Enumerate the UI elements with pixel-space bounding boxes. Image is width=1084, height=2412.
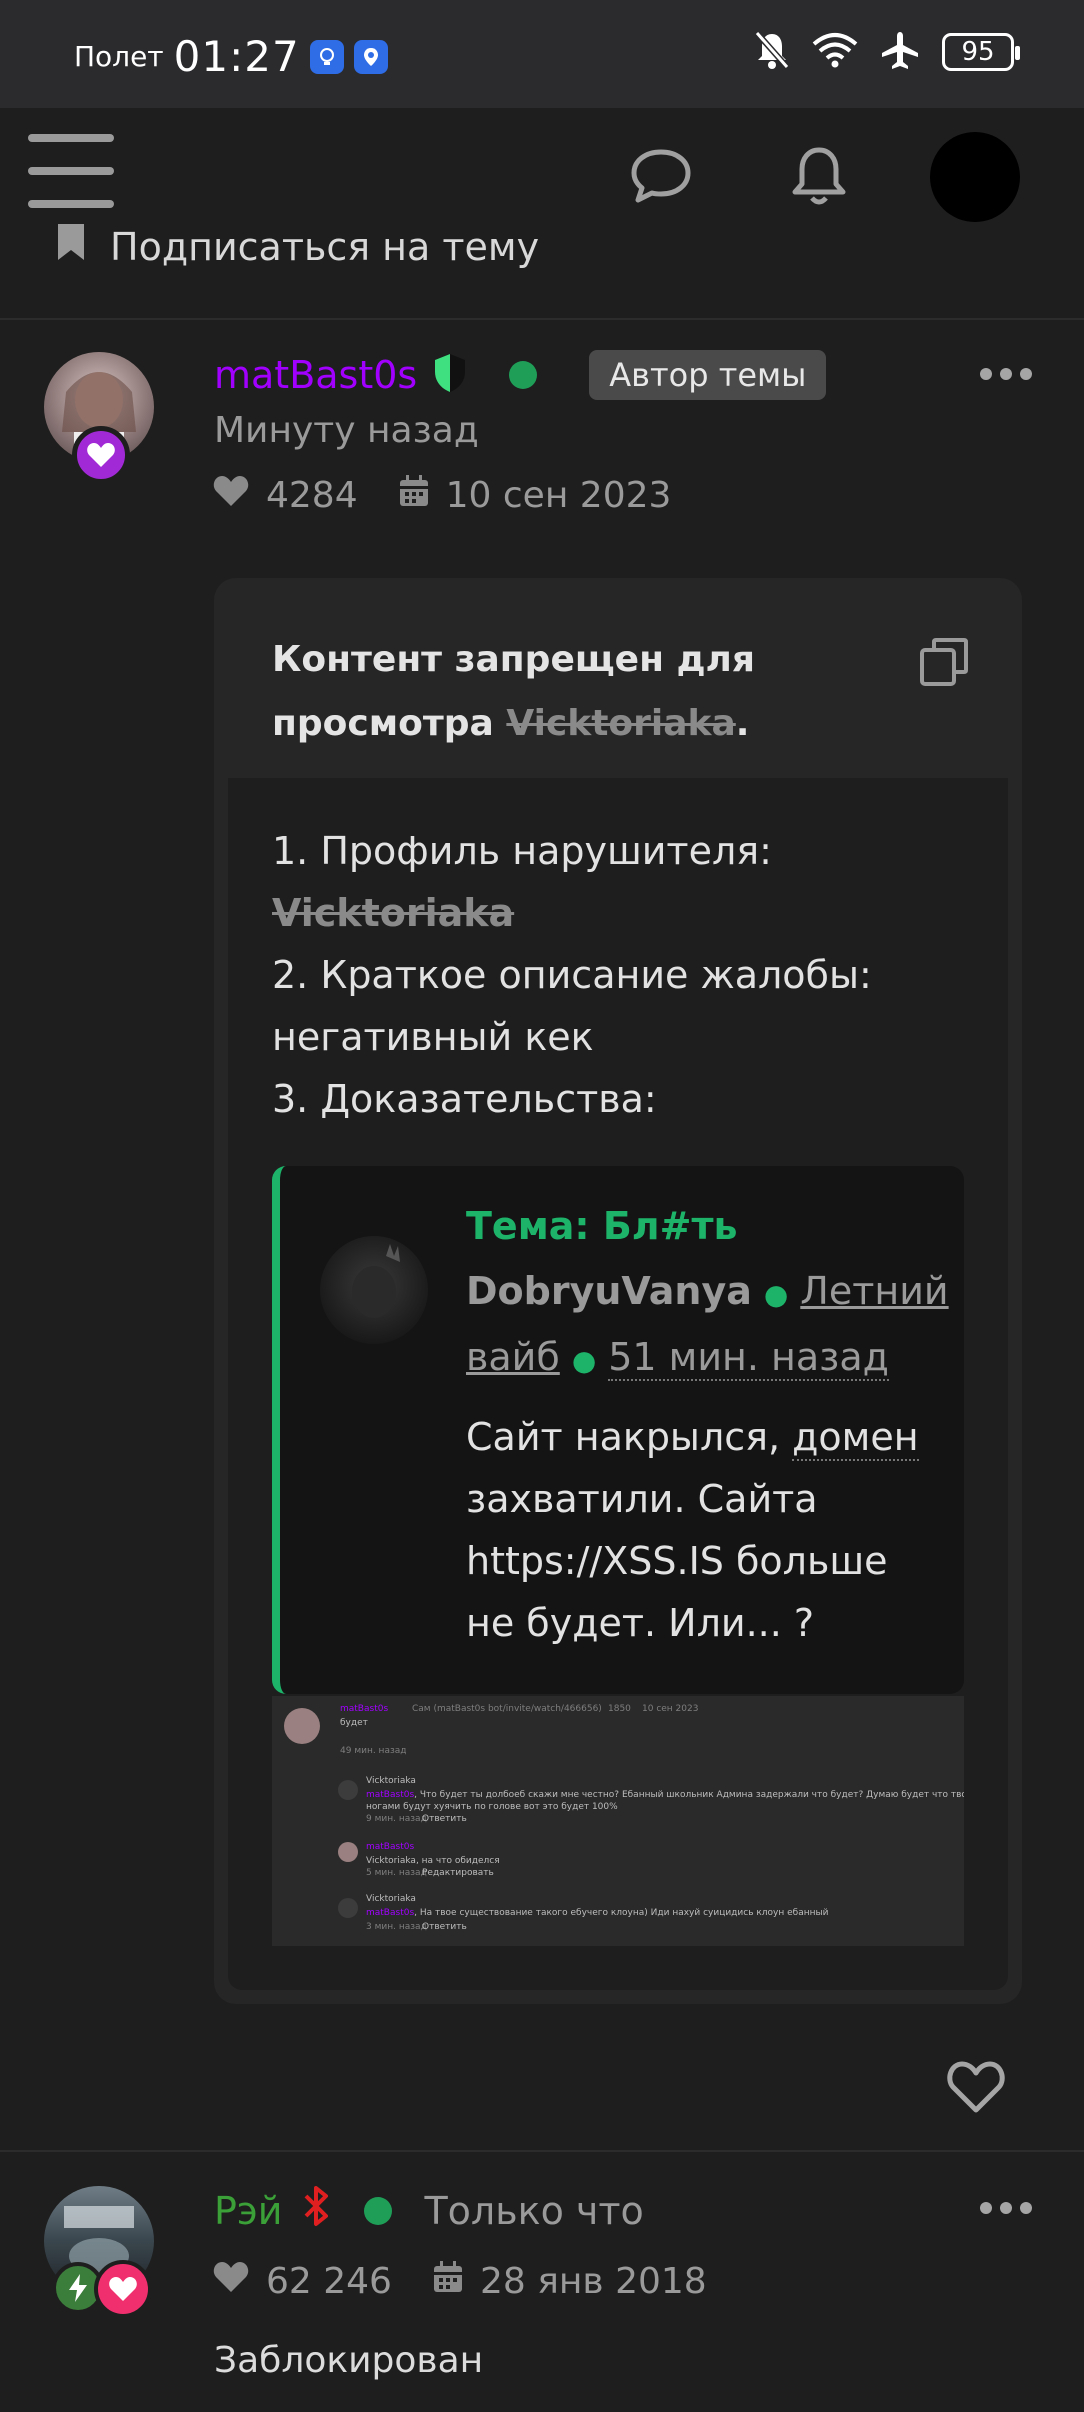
quote-section-link[interactable]: Летний [800, 1269, 948, 1313]
card-title: Контент запрещен для просмотра Vicktoria… [272, 628, 872, 756]
calendar-icon [432, 2260, 464, 2303]
screenshot-text: ногами будут хуячить по голове вот это б… [366, 1802, 618, 1812]
screenshot-text: будет [340, 1718, 368, 1728]
bookmark-icon [56, 222, 86, 271]
post-time: Минуту назад [214, 410, 479, 451]
screenshot-text: matBast0s [366, 1842, 415, 1852]
screenshot-avatar [338, 1898, 358, 1918]
screenshot-avatar [338, 1842, 358, 1862]
screenshot-text: matBast0s [366, 1790, 415, 1800]
post2-more-button[interactable] [980, 2202, 1032, 2214]
shield-icon [433, 352, 467, 398]
registration-date: 10 сен 2023 [445, 475, 672, 516]
divider [0, 318, 1084, 320]
heart-badge-icon [72, 426, 130, 484]
bluetooth-icon [300, 2184, 334, 2237]
quote-topic[interactable]: Тема: Бл#ть [466, 1200, 946, 1252]
post2-time: Только что [424, 2188, 644, 2233]
user-status: Заблокирован [214, 2340, 484, 2381]
complaint-list: 1. Профиль нарушителя: Vicktoriaka 2. Кр… [272, 820, 972, 1130]
bell-icon[interactable] [788, 144, 850, 214]
screenshot-text: Ответить [422, 1814, 467, 1824]
airplane-icon [880, 30, 920, 74]
bell-off-icon [754, 30, 790, 74]
quote-text-part: захватили. Сайта https://XSS.IS больше н… [466, 1477, 888, 1645]
quote-avatar[interactable] [320, 1236, 428, 1344]
quote-section-link-cont[interactable]: вайб [466, 1335, 560, 1379]
screenshot-text: 9 мин. назад [366, 1814, 427, 1824]
battery-indicator: 95 [942, 33, 1020, 71]
screenshot-text: matBast0s [366, 1908, 415, 1918]
quote-time: 51 мин. назад [608, 1335, 889, 1381]
top-navigation [0, 108, 1084, 238]
divider [0, 2150, 1084, 2152]
card-title-suffix: . [735, 703, 750, 744]
likes-count: 62 246 [266, 2261, 392, 2302]
wifi-icon [812, 32, 858, 72]
post-content-card: Контент запрещен для просмотра Vicktoria… [214, 578, 1022, 2004]
quote-text-part: домен [792, 1415, 919, 1461]
screenshot-text: Vicktoriaka [366, 1776, 416, 1786]
screenshot-text: 10 сен 2023 [642, 1704, 699, 1714]
offender-link[interactable]: Vicktoriaka [272, 882, 972, 944]
lightbulb-icon [309, 39, 344, 74]
calendar-icon [398, 474, 430, 517]
quote-block[interactable]: Тема: Бл#ть DobryuVanya ● Летний вайб ● 51 м… [272, 1166, 964, 1694]
screenshot-text: Vicktoriaka [366, 1894, 416, 1904]
post2-author-line: Рэй Только что [214, 2184, 644, 2237]
screenshot-text: 49 мин. назад [340, 1746, 407, 1756]
post-author-line: matBast0s Автор темы [214, 350, 827, 400]
screenshot-text: Vicktoriaka, на что обиделся [366, 1856, 500, 1866]
quote-meta: DobryuVanya ● Летний вайб ● 51 мин. назад [466, 1269, 949, 1381]
quote-text: Сайт накрылся, домен захватили. Сайта ht… [466, 1406, 946, 1654]
screenshot-text: matBast0s [340, 1704, 389, 1714]
quote-text-part: Сайт накрылся, [466, 1415, 781, 1459]
online-indicator [509, 361, 538, 389]
screenshot-text: , Что будет ты долбоеб скажи мне честно?… [414, 1790, 964, 1800]
list-item: негативный кек [272, 1015, 594, 1059]
post2-author-name[interactable]: Рэй [214, 2189, 282, 2233]
screenshot-text: Сам (matBast0s bot/invite/watch/466656) [412, 1704, 602, 1714]
registration-date: 28 янв 2018 [479, 2261, 707, 2302]
screenshot-text: 5 мин. назад [366, 1868, 427, 1878]
heart-icon [212, 2260, 250, 2303]
chat-bubble-icon[interactable] [630, 148, 692, 210]
status-bar: Полет 01:27 95 [0, 0, 1084, 108]
online-indicator [364, 2196, 393, 2225]
quote-author[interactable]: DobryuVanya [466, 1269, 752, 1313]
screenshot-text: Ответить [422, 1922, 467, 1932]
clock: 01:27 [173, 32, 300, 81]
screenshot-text: 1850 [608, 1704, 631, 1714]
screenshot-avatar [338, 1780, 358, 1800]
carrier-label: Полет [74, 40, 164, 73]
list-item: 3. Доказательства: [272, 1077, 657, 1121]
post-author-stats: 4284 10 сен 2023 [212, 474, 671, 517]
quote-body: Тема: Бл#ть DobryuVanya ● Летний вайб ● 51 м… [466, 1200, 949, 1654]
post-more-button[interactable] [980, 368, 1032, 380]
post-author-name[interactable]: matBast0s [214, 353, 417, 397]
thread-author-badge: Автор темы [589, 350, 827, 400]
subscribe-button[interactable]: Подписаться на тему [56, 222, 539, 271]
likes-count: 4284 [266, 475, 358, 516]
location-icon [353, 39, 388, 74]
menu-icon[interactable] [28, 134, 114, 208]
post2-author-stats: 62 246 28 янв 2018 [212, 2260, 707, 2303]
list-item: 1. Профиль нарушителя: [272, 829, 772, 873]
like-button[interactable] [946, 2060, 1006, 2118]
user-avatar[interactable] [930, 132, 1020, 222]
subscribe-label: Подписаться на тему [110, 224, 540, 269]
heart-badge-icon [94, 2260, 152, 2318]
heart-icon [212, 474, 250, 517]
screenshot-avatar [284, 1708, 320, 1744]
copy-icon[interactable] [918, 636, 970, 692]
screenshot-text: , На твое существование такого ебучего к… [414, 1908, 829, 1918]
screenshot-text: 3 мин. назад [366, 1922, 427, 1932]
list-item: 2. Краткое описание жалобы: [272, 953, 872, 997]
screenshot-text: Редактировать [422, 1868, 494, 1878]
embedded-screenshot[interactable]: matBast0s Сам (matBast0s bot/invite/watc… [272, 1696, 964, 1946]
card-title-user[interactable]: Vicktoriaka [506, 703, 735, 744]
